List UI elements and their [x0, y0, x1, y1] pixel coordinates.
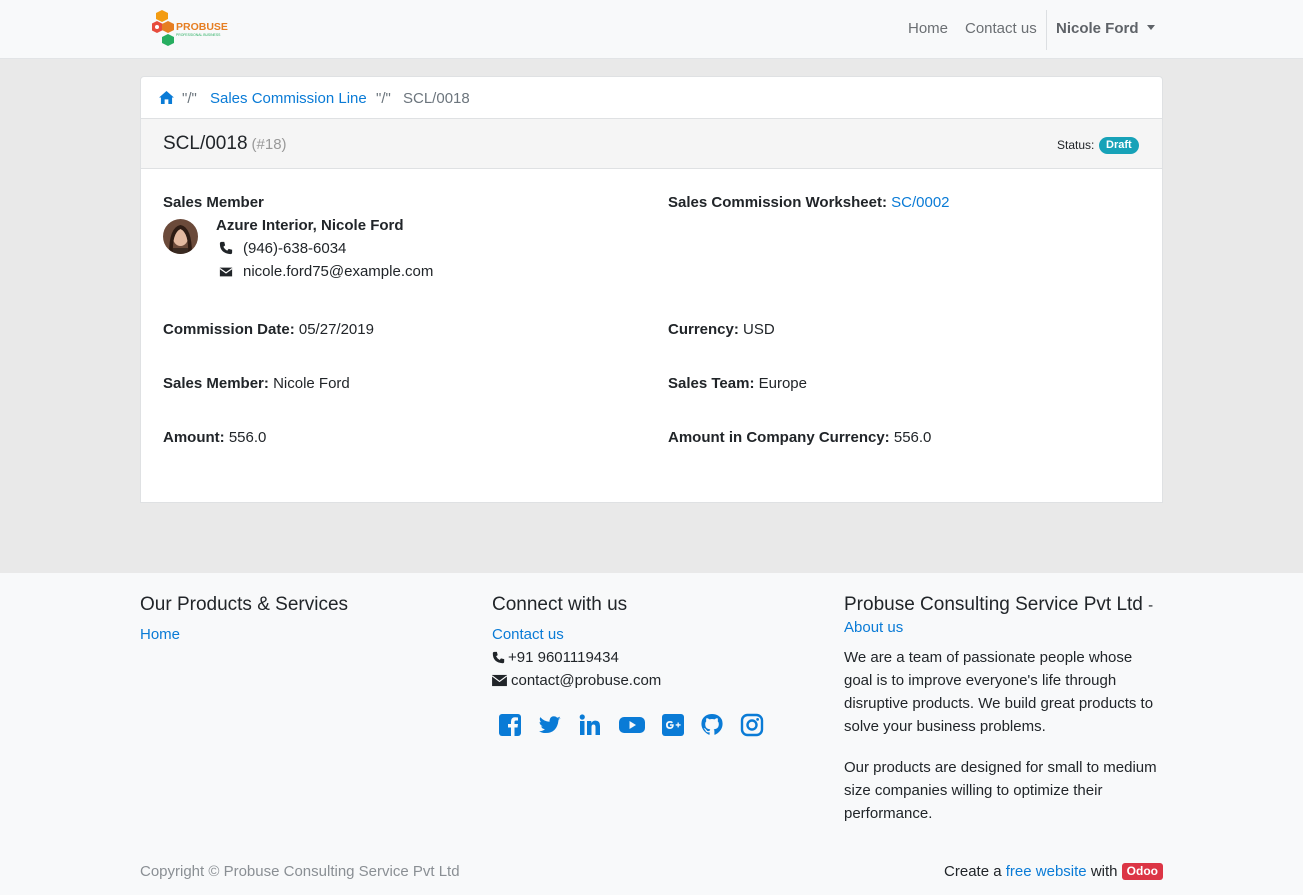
credit-prefix: Create a: [944, 863, 1002, 880]
linkedin-icon[interactable]: [578, 713, 602, 737]
commission-date-value: 05/27/2019: [298, 321, 374, 338]
user-name: Nicole Ford: [1056, 20, 1139, 37]
amount-label: Amount:: [163, 429, 225, 446]
commission-date-label: Commission Date:: [163, 321, 295, 338]
worksheet-link[interactable]: SC/0002: [891, 194, 949, 211]
about-us-link[interactable]: About us: [844, 619, 903, 636]
free-website-link[interactable]: free website: [1006, 863, 1087, 880]
about-paragraph-1: We are a team of passionate people whose…: [844, 649, 1154, 735]
breadcrumb-link-sales-commission-line[interactable]: Sales Commission Line: [210, 90, 367, 107]
footer-contact-link[interactable]: Contact us: [492, 626, 564, 643]
probuse-logo[interactable]: PROBUSE PROFESSIONAL BUSINESS: [151, 8, 234, 50]
google-plus-icon[interactable]: [661, 713, 685, 737]
footer-phone: +91 9601119434: [508, 649, 619, 666]
company-heading: Probuse Consulting Service Pvt Ltd -: [844, 594, 1153, 616]
record-name: SCL/0018: [163, 133, 248, 154]
amount-company-currency-label: Amount in Company Currency:: [668, 429, 890, 446]
partner-phone: (946)-638-6034: [243, 240, 347, 257]
nav-home-link[interactable]: Home: [908, 20, 948, 37]
navbar: PROBUSE PROFESSIONAL BUSINESS Home Conta…: [0, 0, 1303, 59]
partner-email: nicole.ford75@example.com: [243, 263, 434, 280]
avatar: [163, 219, 198, 254]
status-badge: Draft: [1099, 137, 1139, 154]
envelope-icon: [492, 674, 507, 687]
footer-home-link[interactable]: Home: [140, 626, 180, 643]
sales-team-value: Europe: [758, 375, 807, 392]
breadcrumb-separator: "/": [376, 90, 391, 107]
svg-text:PROFESSIONAL BUSINESS: PROFESSIONAL BUSINESS: [176, 33, 221, 37]
breadcrumb: "/" Sales Commission Line "/" SCL/0018: [140, 76, 1163, 119]
user-menu-dropdown[interactable]: Nicole Ford: [1056, 20, 1155, 37]
copyright: Copyright © Probuse Consulting Service P…: [140, 863, 460, 880]
record-id: (#18): [251, 136, 287, 153]
svg-text:PROBUSE: PROBUSE: [176, 21, 228, 33]
footer: Our Products & Services Home Connect wit…: [0, 573, 1303, 895]
amount-field: Amount: 556.0: [163, 429, 266, 446]
record-details: Sales Member Azure Interior, Nicole Ford…: [140, 169, 1163, 503]
youtube-icon[interactable]: [618, 713, 646, 737]
currency-field: Currency: USD: [668, 321, 775, 338]
home-icon[interactable]: [159, 91, 174, 104]
nav-contact-link[interactable]: Contact us: [965, 20, 1037, 37]
nav-divider: [1046, 10, 1047, 50]
instagram-icon[interactable]: [740, 713, 764, 737]
products-heading: Our Products & Services: [140, 594, 349, 615]
commission-date-field: Commission Date: 05/27/2019: [163, 321, 374, 338]
connect-heading: Connect with us: [492, 594, 628, 615]
credit-with: with: [1090, 863, 1118, 880]
amount-value: 556.0: [228, 429, 267, 446]
currency-value: USD: [743, 321, 775, 338]
twitter-icon[interactable]: [538, 713, 562, 737]
company-name: Probuse Consulting Service Pvt Ltd: [844, 594, 1143, 615]
odoo-badge[interactable]: Odoo: [1121, 863, 1163, 880]
worksheet-field: Sales Commission Worksheet: SC/0002: [668, 194, 950, 211]
github-icon[interactable]: [700, 713, 724, 737]
sales-team-field: Sales Team: Europe: [668, 375, 807, 392]
partner-name: Azure Interior, Nicole Ford: [216, 217, 404, 234]
sales-team-label: Sales Team:: [668, 375, 755, 392]
company-dash: -: [1148, 597, 1154, 614]
breadcrumb-separator: "/": [182, 90, 197, 107]
about-paragraph-2: Our products are designed for small to m…: [844, 759, 1157, 822]
currency-label: Currency:: [668, 321, 739, 338]
phone-icon: [492, 651, 505, 664]
breadcrumb-current: SCL/0018: [403, 90, 470, 107]
worksheet-label: Sales Commission Worksheet:: [668, 194, 887, 211]
sales-member-field: Sales Member: Nicole Ford: [163, 375, 350, 392]
powered-by: Create a free website with Odoo: [944, 863, 1163, 880]
envelope-icon: [219, 267, 233, 277]
status-label: Status:: [1057, 138, 1095, 152]
record-title: SCL/0018 (#18): [163, 133, 287, 155]
sales-member-label: Sales Member:: [163, 375, 269, 392]
record-header: SCL/0018 (#18) Status: Draft: [140, 119, 1163, 169]
sales-member-heading: Sales Member: [163, 194, 264, 211]
footer-email: contact@probuse.com: [511, 672, 662, 689]
amount-company-currency-field: Amount in Company Currency: 556.0: [668, 429, 931, 446]
caret-down-icon: [1146, 25, 1155, 30]
facebook-icon[interactable]: [498, 713, 522, 737]
amount-company-currency-value: 556.0: [893, 429, 932, 446]
sales-member-value: Nicole Ford: [273, 375, 350, 392]
phone-icon: [219, 241, 233, 255]
